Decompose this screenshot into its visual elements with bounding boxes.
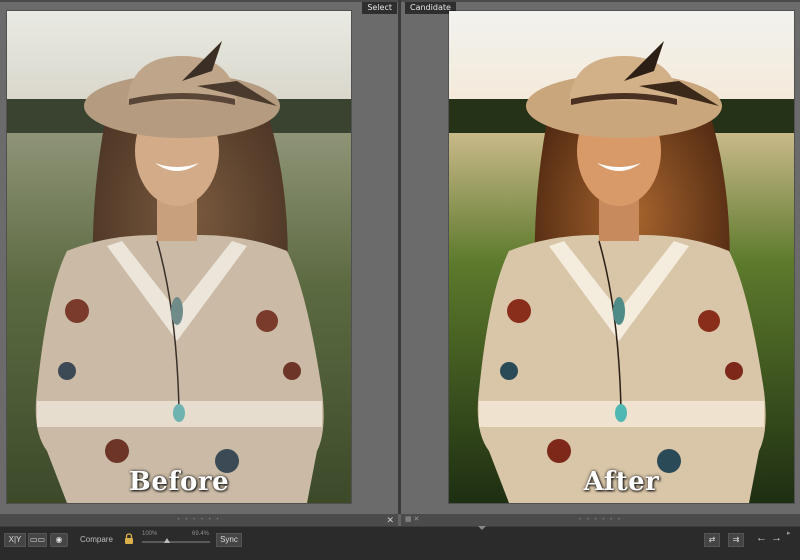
after-photo-image xyxy=(449,11,794,503)
compare-label: Compare xyxy=(80,535,113,544)
survey-view-button[interactable]: ◉ xyxy=(50,533,68,547)
after-photo[interactable]: After xyxy=(449,11,794,503)
circle-view-icon: ◉ xyxy=(55,535,63,544)
select-pane: Select Before xyxy=(0,0,398,514)
select-label: Select xyxy=(362,2,397,14)
pane-menu-icon[interactable]: ▦ ✕ xyxy=(405,514,419,526)
close-icon[interactable]: ✕ xyxy=(386,514,394,526)
before-caption: Before xyxy=(128,467,230,497)
expand-icon[interactable]: ▸ xyxy=(787,529,791,537)
copy-settings-button[interactable]: ⇉ xyxy=(728,533,744,547)
candidate-pane-footer: ▦ ✕ • • • • • • xyxy=(401,514,800,526)
swap-button[interactable]: ⇄ xyxy=(704,533,720,547)
view-xy-button[interactable]: X|Y xyxy=(4,533,26,547)
pane-top-border xyxy=(401,0,800,2)
zoom-slider-thumb[interactable] xyxy=(164,538,170,543)
after-caption: After xyxy=(583,467,660,497)
zoom-left-value: 100% xyxy=(142,531,158,537)
view-side-by-side-button[interactable]: ▭▭ xyxy=(28,533,47,547)
select-pane-footer: • • • • • • ✕ xyxy=(0,514,398,526)
arrow-right-icon[interactable]: → xyxy=(771,532,782,544)
resize-grip[interactable]: • • • • • • xyxy=(579,517,622,523)
before-photo-image xyxy=(7,11,351,503)
sync-button[interactable]: Sync xyxy=(216,533,242,547)
swap-icon: ⇄ xyxy=(708,535,716,544)
lock-icon[interactable] xyxy=(124,533,134,545)
arrow-left-icon[interactable]: ← xyxy=(756,532,767,544)
before-photo[interactable]: Before xyxy=(7,11,351,503)
filmstrip-toggle-icon[interactable] xyxy=(478,526,486,530)
compare-toolbar: X|Y ▭▭ ◉ Compare 100% 69.4% Sync ⇄ ⇉ ← →… xyxy=(0,526,800,560)
copy-settings-icon: ⇉ xyxy=(732,535,740,544)
pane-top-border xyxy=(0,0,398,2)
zoom-slider-track[interactable] xyxy=(142,541,210,543)
resize-grip[interactable]: • • • • • • xyxy=(178,517,221,523)
candidate-pane: Candidate After xyxy=(401,0,800,514)
zoom-right-value: 69.4% xyxy=(192,531,210,537)
split-view-icon: ▭▭ xyxy=(29,535,46,544)
